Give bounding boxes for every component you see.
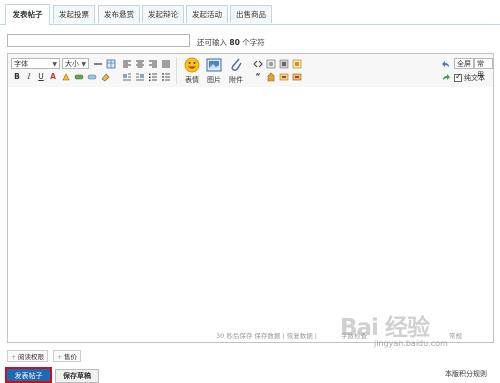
font-size-label: 大小 [65, 60, 79, 68]
font-family-label: 字体 [14, 60, 28, 68]
bold-button[interactable]: B [12, 72, 22, 82]
tab-new-debate[interactable]: 发起辩论 [142, 5, 184, 23]
tab-new-reward[interactable]: 发布悬赏 [98, 5, 140, 23]
align-right-icon[interactable] [148, 59, 158, 69]
points-rules-link[interactable]: 本版积分规则 [445, 369, 487, 379]
common-settings-button[interactable]: 常用 [474, 58, 493, 79]
rich-text-editor: 字体 ▼ 大小 ▼ B I U A 表情 图片 附件 “ 全屏 常用 ✓ 纯文本… [7, 53, 494, 343]
free-content-icon[interactable] [279, 72, 289, 82]
italic-button[interactable]: I [24, 72, 34, 82]
read-permission-button[interactable]: + 阅读权限 [7, 350, 48, 362]
attachment-icon[interactable] [228, 56, 244, 73]
link-icon[interactable] [74, 72, 84, 82]
tab-new-thread[interactable]: 发表帖子 [5, 4, 50, 25]
submit-post-button[interactable]: 发表帖子 [5, 367, 52, 383]
font-color-button[interactable]: A [48, 72, 58, 82]
plain-text-checkbox[interactable] [454, 72, 462, 82]
ordered-list-icon[interactable] [148, 72, 158, 82]
baidu-jingyan-watermark: Bai 经验 jingyan.baidu.com [340, 308, 490, 354]
horizontal-line-button[interactable] [93, 59, 103, 69]
emoticon-icon[interactable] [184, 57, 200, 73]
tab-sell-goods[interactable]: 出售商品 [230, 5, 272, 23]
char-count-prefix: 还可输入 [197, 38, 227, 47]
plus-icon: + [11, 353, 17, 361]
chevron-down-icon: ▼ [81, 61, 86, 68]
code-icon[interactable] [253, 59, 263, 69]
chevron-down-icon: ▼ [52, 61, 57, 68]
tab-new-activity[interactable]: 发起活动 [186, 5, 228, 23]
undo-icon[interactable] [441, 59, 451, 69]
eraser-icon[interactable] [100, 72, 110, 82]
align-justify-icon[interactable] [161, 59, 171, 69]
font-family-select[interactable]: 字体 ▼ [11, 58, 60, 69]
unlink-icon[interactable] [87, 72, 97, 82]
tab-new-poll[interactable]: 发起投票 [53, 5, 95, 23]
plus-icon: + [57, 353, 63, 361]
align-center-icon[interactable] [135, 59, 145, 69]
emoticon-label[interactable]: 表情 [183, 75, 201, 85]
hide-content-icon[interactable] [266, 72, 276, 82]
watermark-url: jingyan.baidu.com [374, 339, 448, 348]
save-draft-button[interactable]: 保存草稿 [55, 369, 99, 383]
toolbar-divider [176, 57, 177, 84]
read-permission-label: 阅读权限 [18, 353, 44, 361]
autosave-status[interactable]: 30 秒后保存 保存数据 | 恢复数据 | [216, 330, 317, 342]
post-content-area[interactable] [8, 87, 493, 330]
redo-icon[interactable] [441, 72, 451, 82]
font-size-select[interactable]: 大小 ▼ [62, 58, 89, 69]
table-button[interactable] [106, 59, 116, 69]
underline-button[interactable]: U [36, 72, 46, 82]
align-left-icon[interactable] [122, 59, 132, 69]
float-left-icon[interactable] [122, 72, 132, 82]
sell-price-label: 售价 [64, 353, 77, 361]
quote-icon[interactable]: “ [253, 72, 263, 82]
plain-text-label: 纯文本 [464, 74, 485, 82]
unordered-list-icon[interactable] [161, 72, 171, 82]
fullscreen-button[interactable]: 全屏 [454, 58, 474, 69]
image-label[interactable]: 图片 [205, 75, 223, 85]
float-right-icon[interactable] [135, 72, 145, 82]
watermark-brand: Bai 经验 [340, 315, 430, 341]
editor-toolbar: 字体 ▼ 大小 ▼ B I U A 表情 图片 附件 “ 全屏 常用 ✓ 纯文本 [8, 54, 493, 88]
char-count-number: 80 [229, 38, 240, 47]
title-input[interactable] [7, 34, 190, 47]
char-count-hint: 还可输入 80 个字符 [197, 37, 265, 48]
sell-price-button[interactable]: + 售价 [53, 350, 81, 362]
audio-icon[interactable] [279, 59, 289, 69]
post-type-tabs: 发表帖子 发起投票 发布悬赏 发起辩论 发起活动 出售商品 [0, 0, 500, 25]
image-icon[interactable] [206, 58, 222, 72]
attachment-label[interactable]: 附件 [227, 75, 245, 85]
highlight-icon[interactable] [61, 72, 71, 82]
flash-icon[interactable] [266, 59, 276, 69]
video-icon[interactable] [292, 59, 302, 69]
password-icon[interactable] [292, 72, 302, 82]
char-count-suffix: 个字符 [242, 38, 265, 47]
